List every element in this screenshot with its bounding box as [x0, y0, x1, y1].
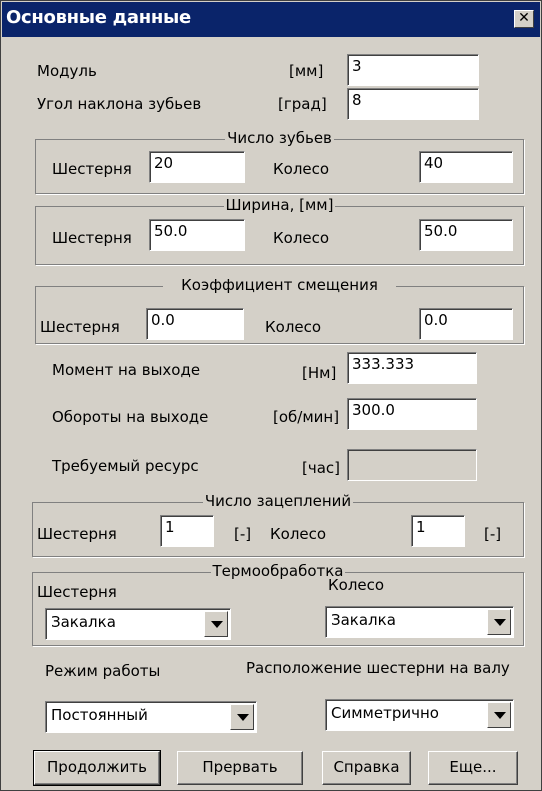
meshes-pinion-unit: [-] [234, 525, 252, 543]
shift-wheel-label: Колесо [265, 318, 322, 336]
abort-button[interactable]: Прервать [177, 751, 303, 785]
heat-wheel-label: Колесо [328, 576, 385, 594]
heat-wheel-value: Закалка [331, 611, 396, 629]
resource-input[interactable] [347, 449, 477, 481]
meshes-pinion-label: Шестерня [37, 525, 117, 543]
meshes-wheel-input[interactable]: 1 [411, 515, 465, 547]
speed-input[interactable]: 300.0 [347, 398, 477, 430]
shift-group-title: Коэффициент смещения [163, 276, 396, 294]
chevron-down-icon[interactable] [204, 611, 228, 637]
torque-unit: [Нм] [302, 364, 337, 382]
heat-pinion-select[interactable]: Закалка [45, 608, 231, 640]
heat-wheel-select[interactable]: Закалка [325, 606, 514, 638]
width-group-title: Ширина, [мм] [223, 196, 336, 214]
speed-label: Обороты на выходе [52, 408, 209, 426]
width-wheel-input[interactable]: 50.0 [419, 219, 513, 251]
width-pinion-label: Шестерня [52, 229, 132, 247]
meshes-wheel-label: Колесо [270, 525, 327, 543]
torque-input[interactable]: 333.333 [347, 352, 477, 384]
helix-angle-unit: [град] [278, 95, 327, 113]
meshes-pinion-input[interactable]: 1 [160, 515, 214, 547]
width-pinion-input[interactable]: 50.0 [149, 219, 245, 251]
window-title: Основные данные [6, 7, 191, 28]
help-button[interactable]: Справка [322, 751, 411, 785]
close-button[interactable]: ✕ [514, 10, 534, 28]
chevron-down-icon[interactable] [230, 704, 254, 730]
mode-label: Режим работы [45, 662, 161, 680]
main-dialog: Основные данные ✕ Модуль [мм] 3 Угол нак… [0, 0, 542, 791]
mode-select[interactable]: Постоянный [45, 701, 257, 733]
teeth-group-title: Число зубьев [225, 129, 334, 147]
shift-pinion-input[interactable]: 0.0 [146, 308, 244, 340]
helix-angle-input[interactable]: 8 [347, 88, 479, 120]
meshes-wheel-unit: [-] [484, 525, 502, 543]
shift-pinion-label: Шестерня [40, 318, 120, 336]
module-unit: [мм] [289, 62, 324, 80]
resource-unit: [час] [302, 459, 341, 477]
width-wheel-label: Колесо [273, 229, 330, 247]
heat-pinion-label: Шестерня [37, 583, 117, 601]
mode-value: Постоянный [51, 706, 148, 724]
module-input[interactable]: 3 [347, 54, 479, 86]
module-label: Модуль [37, 62, 97, 80]
teeth-pinion-label: Шестерня [52, 160, 132, 178]
shift-wheel-input[interactable]: 0.0 [419, 308, 513, 340]
speed-unit: [об/мин] [273, 408, 340, 426]
title-bar: Основные данные ✕ [2, 2, 540, 37]
teeth-wheel-label: Колесо [273, 160, 330, 178]
heat-group-title: Термообработка [210, 562, 346, 580]
meshes-group-title: Число зацеплений [202, 492, 354, 510]
position-value: Симметрично [331, 704, 439, 722]
position-select[interactable]: Симметрично [325, 699, 514, 731]
helix-angle-label: Угол наклона зубьев [37, 95, 202, 113]
more-button[interactable]: Еще... [428, 751, 518, 785]
teeth-pinion-input[interactable]: 20 [149, 151, 245, 183]
torque-label: Момент на выходе [52, 361, 201, 379]
position-label: Расположение шестерни на валу [246, 659, 510, 677]
teeth-wheel-input[interactable]: 40 [419, 151, 513, 183]
continue-button[interactable]: Продолжить [33, 750, 161, 786]
chevron-down-icon[interactable] [487, 702, 511, 728]
resource-label: Требуемый ресурс [52, 457, 199, 475]
heat-pinion-value: Закалка [51, 613, 116, 631]
chevron-down-icon[interactable] [487, 609, 511, 635]
